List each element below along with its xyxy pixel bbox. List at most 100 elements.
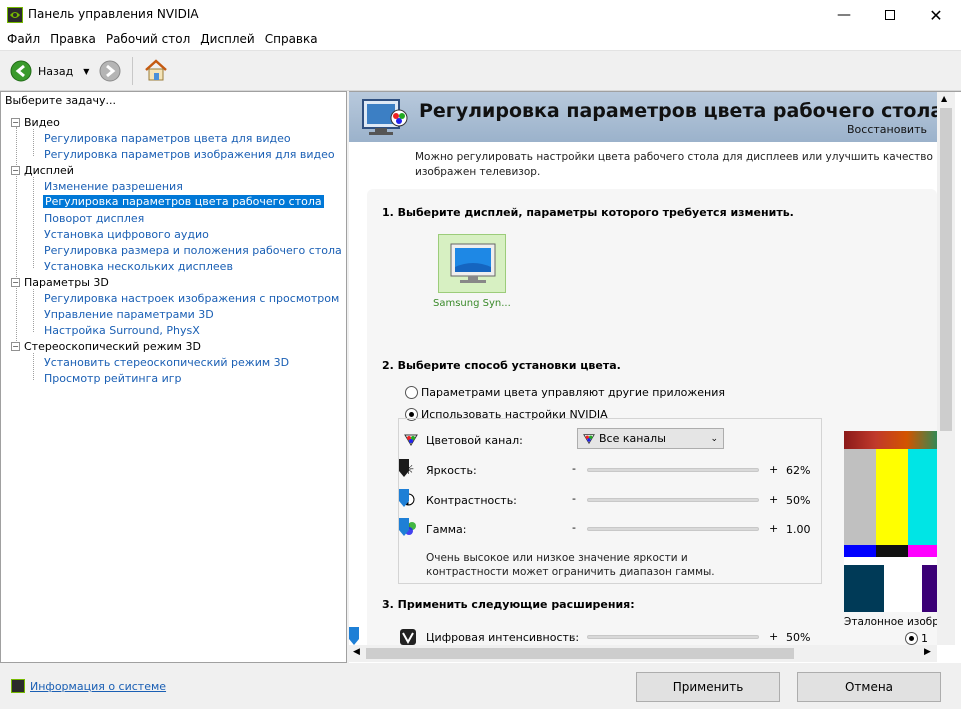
reference-image-label: Эталонное изобра [844,616,946,628]
collapse-icon[interactable]: − [11,166,20,175]
apply-button[interactable]: Применить [636,672,780,702]
vibrance-increase[interactable]: + [769,630,778,643]
gamma-increase[interactable]: + [769,522,778,535]
step3-heading: 3. Применить следующие расширения: [382,598,635,611]
tree-item-desktop-color[interactable]: Регулировка параметров цвета рабочего ст… [43,195,324,208]
reference-image-option[interactable]: 1 [905,632,928,645]
tree-category-stereo[interactable]: − Стереоскопический режим 3D [11,340,201,353]
gamma-label: Гамма: [426,523,467,536]
tree-item-video-color[interactable]: Регулировка параметров цвета для видео [44,132,291,145]
step2-heading: 2. Выберите способ установки цвета. [382,359,621,372]
tree-category-3d[interactable]: − Параметры 3D [11,276,109,289]
back-dropdown-icon[interactable]: ▼ [83,67,89,76]
tree-item-change-resolution[interactable]: Изменение разрешения [44,180,183,193]
back-button[interactable]: Назад ▼ [10,60,89,82]
page-banner: Регулировка параметров цвета рабочего ст… [349,92,943,142]
menu-edit[interactable]: Правка [45,30,101,50]
maximize-icon [885,10,895,20]
display-name: Samsung Syn... [433,298,511,309]
color-channel-icon [403,433,419,450]
tree-item-set-stereo[interactable]: Установить стереоскопический режим 3D [44,356,289,369]
brightness-slider-thumb[interactable] [399,459,409,477]
vibrance-decrease[interactable]: - [571,629,575,642]
title-bar: Панель управления NVIDIA — ✕ [0,0,961,30]
contrast-slider[interactable] [587,498,759,502]
radio-other-apps[interactable]: Параметрами цвета управляют другие прило… [405,386,725,399]
brightness-increase[interactable]: + [769,463,778,476]
menu-bar: Файл Правка Рабочий стол Дисплей Справка [0,30,961,50]
horizontal-scroll-thumb[interactable] [366,648,794,659]
tree-connector [33,129,34,156]
menu-file[interactable]: Файл [2,30,45,50]
tree-item-manage-3d[interactable]: Управление параметрами 3D [44,308,214,321]
tree-item-video-image[interactable]: Регулировка параметров изображения для в… [44,148,335,161]
tree-item-surround-physx[interactable]: Настройка Surround, PhysX [44,324,200,337]
digital-vibrance-label: Цифровая интенсивность: [426,631,580,644]
close-button[interactable]: ✕ [913,0,959,30]
contrast-label: Контрастность: [426,494,517,507]
scroll-left-icon[interactable]: ◀ [353,647,360,657]
digital-vibrance-slider[interactable] [587,635,759,639]
task-tree-header: Выберите задачу... [5,94,117,107]
scroll-right-icon[interactable]: ▶ [924,647,931,657]
tree-category-display[interactable]: − Дисплей [11,164,74,177]
gamma-decrease[interactable]: - [572,521,576,534]
brightness-decrease[interactable]: - [572,462,576,475]
contrast-slider-thumb[interactable] [399,489,409,507]
tree-item-image-preview[interactable]: Регулировка настроек изображения с просм… [44,292,339,305]
tree-item-desktop-size[interactable]: Регулировка размера и положения рабочего… [44,244,342,257]
maximize-button[interactable] [867,0,913,30]
menu-help[interactable]: Справка [260,30,323,50]
vertical-scrollbar[interactable]: ▲ [937,92,955,645]
gamma-range-warning: Очень высокое или низкое значение яркост… [426,552,715,578]
desktop-color-icon [361,98,411,141]
horizontal-scrollbar[interactable]: ◀ ▶ [349,645,937,662]
window-title: Панель управления NVIDIA [28,7,199,21]
nvidia-app-icon [7,7,23,23]
tree-item-digital-audio[interactable]: Установка цифрового аудио [44,228,209,241]
collapse-icon[interactable]: − [11,118,20,127]
radio-button[interactable] [905,632,918,645]
nvidia-info-icon [11,679,25,693]
color-channel-select[interactable]: Все каналы ⌄ [577,428,724,449]
brightness-slider[interactable] [587,468,759,472]
system-info-link[interactable]: Информация о системе [11,679,166,693]
gamma-slider-thumb[interactable] [399,518,409,536]
back-arrow-icon [10,60,32,82]
menu-desktop[interactable]: Рабочий стол [101,30,195,50]
restore-defaults-link[interactable]: Восстановить [847,123,927,136]
tree-connector [16,127,17,347]
reference-image [844,431,938,612]
back-label: Назад [38,64,74,78]
display-tile[interactable] [438,234,506,293]
collapse-icon[interactable]: − [11,342,20,351]
contrast-increase[interactable]: + [769,493,778,506]
tree-category-video[interactable]: − Видео [11,116,60,129]
digital-vibrance-slider-thumb[interactable] [349,627,359,645]
monitor-icon [450,243,496,283]
chevron-down-icon: ⌄ [710,433,718,444]
rgb-channel-icon [583,433,595,444]
tree-item-multiple-displays[interactable]: Установка нескольких дисплеев [44,260,233,273]
close-icon: ✕ [929,5,943,25]
step1-heading: 1. Выберите дисплей, параметры которого … [382,206,794,219]
forward-arrow-icon [99,60,121,82]
gamma-slider[interactable] [587,527,759,531]
color-channel-label: Цветовой канал: [426,434,523,447]
cancel-button[interactable]: Отмена [797,672,941,702]
tree-item-rotate-display[interactable]: Поворот дисплея [44,212,144,225]
tree-item-game-ratings[interactable]: Просмотр рейтинга игр [44,372,182,385]
home-button[interactable] [143,57,169,86]
vertical-scroll-thumb[interactable] [940,108,952,431]
contrast-decrease[interactable]: - [572,492,576,505]
home-icon [145,59,167,81]
nvidia-settings-group: Цветовой канал: Все каналы ⌄ ☼ Яркость: … [398,418,822,584]
radio-button[interactable] [405,386,418,399]
scroll-up-icon[interactable]: ▲ [941,94,947,103]
menu-display[interactable]: Дисплей [195,30,259,50]
gamma-value: 1.00 [786,523,811,536]
forward-button[interactable] [99,60,121,85]
collapse-icon[interactable]: − [11,278,20,287]
minimize-button[interactable]: — [821,0,867,30]
contrast-value: 50% [786,494,811,507]
